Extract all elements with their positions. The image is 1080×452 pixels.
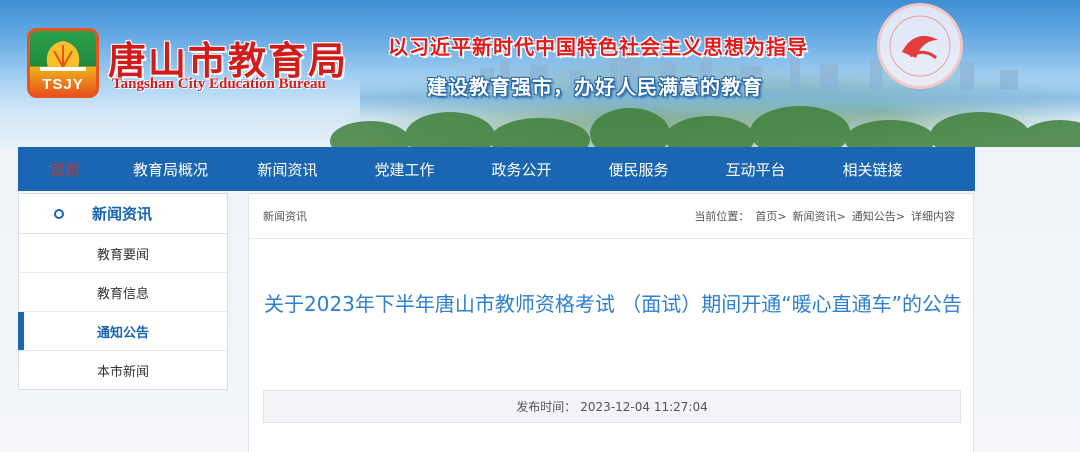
publish-info: 发布时间： 2023-12-04 11:27:04 <box>263 390 961 423</box>
site-logo[interactable]: TSJY <box>27 28 99 98</box>
nav-item-home[interactable]: 首页 <box>18 159 112 180</box>
breadcrumb-bar: 新闻资讯 当前位置： 首页> 新闻资讯> 通知公告> 详细内容 <box>249 194 973 239</box>
slogan-line-2: 建设教育强市，办好人民满意的教育 <box>427 75 763 99</box>
section-label: 新闻资讯 <box>263 210 307 223</box>
site-subtitle: Tangshan City Education Bureau <box>112 76 326 92</box>
sidebar-heading-label: 新闻资讯 <box>92 205 153 223</box>
publish-time-value: 2023-12-04 11:27:04 <box>580 399 708 414</box>
breadcrumb-current: 详细内容 <box>911 210 955 223</box>
logo-emblem-icon <box>40 41 86 71</box>
nav-item-public-services[interactable]: 便民服务 <box>580 159 697 180</box>
nav-item-news[interactable]: 新闻资讯 <box>229 159 346 180</box>
publish-time-label: 发布时间： <box>516 400 577 414</box>
breadcrumb: 当前位置： 首页> 新闻资讯> 通知公告> 详细内容 <box>694 208 955 224</box>
breadcrumb-news-link[interactable]: 新闻资讯> <box>793 208 846 224</box>
nav-item-related-links[interactable]: 相关链接 <box>814 159 931 180</box>
breadcrumb-prefix: 当前位置： <box>694 210 750 223</box>
logo-text: TSJY <box>42 76 84 93</box>
circle-bullet-icon <box>54 208 64 219</box>
nav-item-bureau-overview[interactable]: 教育局概况 <box>112 159 229 180</box>
sidebar-item-education-info[interactable]: 教育信息 <box>19 273 227 312</box>
sidebar-heading: 新闻资讯 <box>19 194 227 234</box>
government-seal-icon[interactable] <box>877 3 963 89</box>
article-panel: 新闻资讯 当前位置： 首页> 新闻资讯> 通知公告> 详细内容 关于2023年下… <box>248 193 974 452</box>
breadcrumb-notices-link[interactable]: 通知公告> <box>852 208 905 224</box>
sidebar-item-education-news[interactable]: 教育要闻 <box>19 234 227 273</box>
slogan-line-1: 以习近平新时代中国特色社会主义思想为指导 <box>388 35 808 59</box>
article-title: 关于2023年下半年唐山市教师资格考试 （面试）期间开通“暖心直通车”的公告 <box>264 292 962 316</box>
breadcrumb-home-link[interactable]: 首页> <box>755 208 786 224</box>
nav-item-party-building[interactable]: 党建工作 <box>346 159 463 180</box>
sidebar: 新闻资讯 教育要闻 教育信息 通知公告 本市新闻 <box>18 193 228 390</box>
nav-item-government-affairs[interactable]: 政务公开 <box>463 159 580 180</box>
seal-emblem-icon <box>889 15 951 77</box>
main-nav: 首页 教育局概况 新闻资讯 党建工作 政务公开 便民服务 互动平台 相关链接 <box>18 147 975 191</box>
trees-illustration <box>330 106 1080 147</box>
sidebar-item-notices[interactable]: 通知公告 <box>18 312 227 351</box>
nav-item-interaction[interactable]: 互动平台 <box>697 159 814 180</box>
header-banner: TSJY 唐山市教育局 Tangshan City Education Bure… <box>0 0 1080 147</box>
sidebar-item-city-news[interactable]: 本市新闻 <box>19 351 227 390</box>
